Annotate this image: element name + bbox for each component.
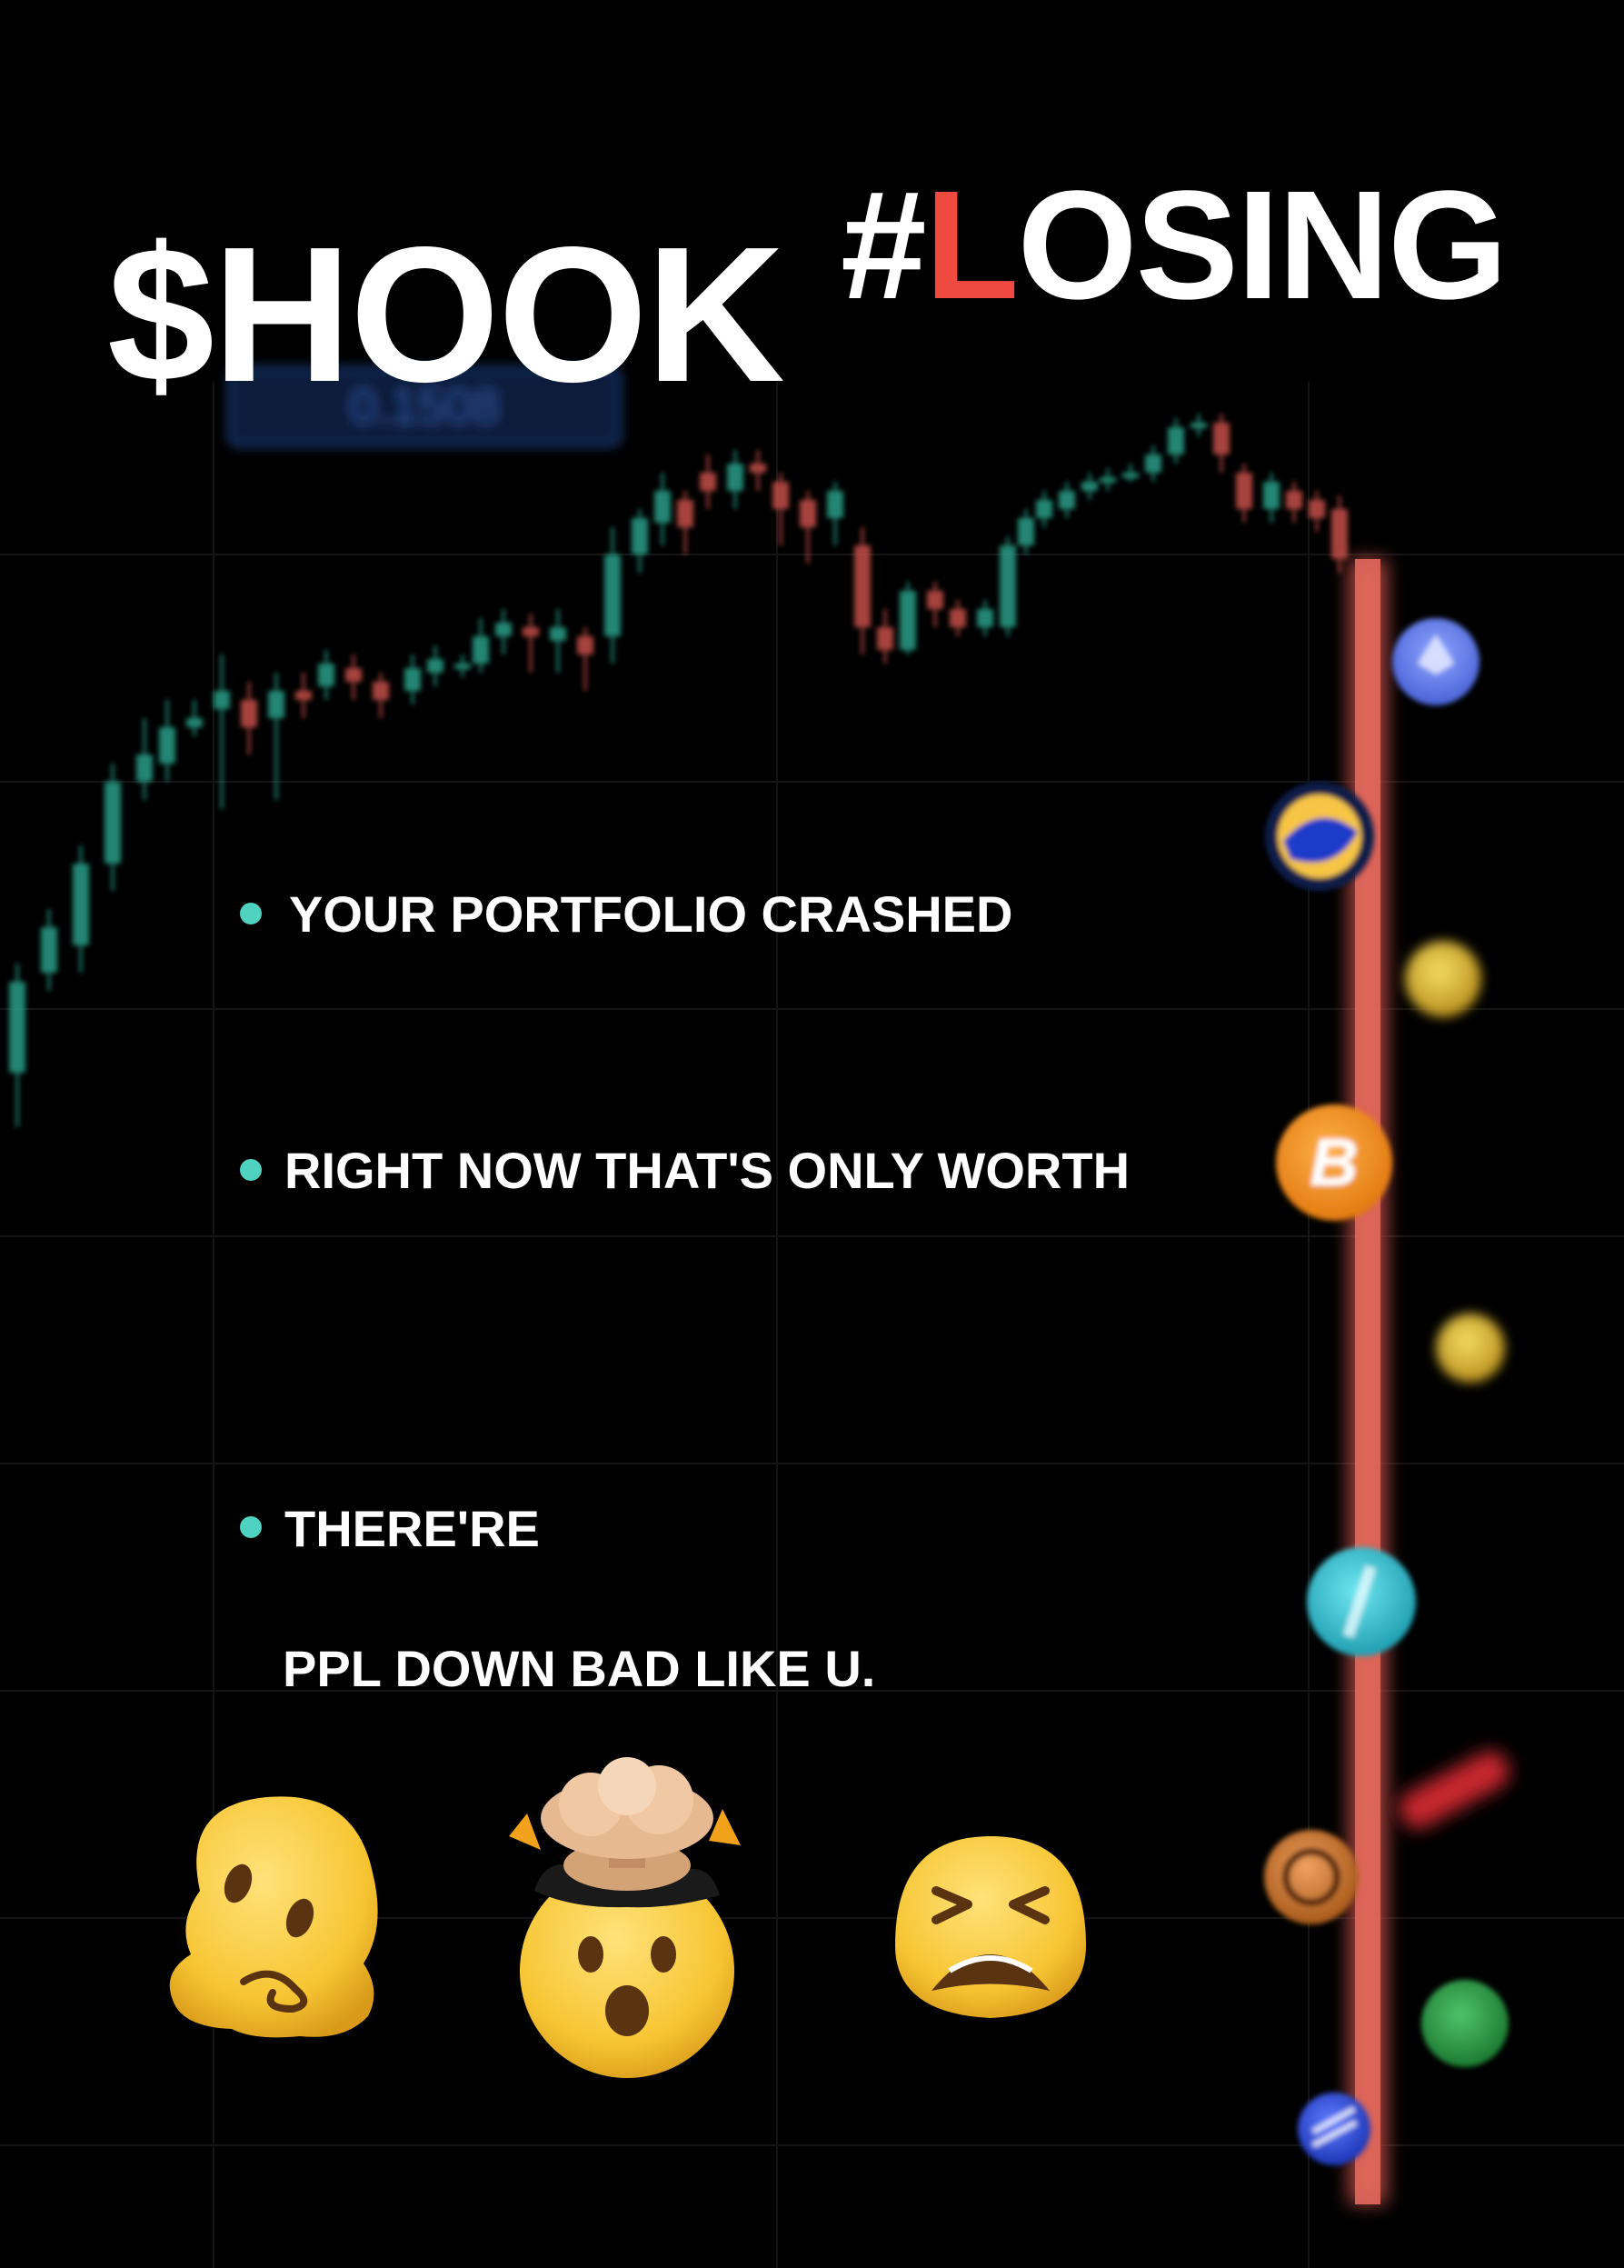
candle-body: [136, 754, 153, 782]
bitcoin-coin-icon: B: [1276, 1104, 1392, 1221]
candle-body: [1263, 482, 1280, 509]
ethereum-coin-icon: [1392, 618, 1480, 705]
candle-body: [632, 518, 648, 555]
candle-body: [1122, 473, 1139, 478]
red-streak: [1399, 1751, 1509, 1829]
candle-body: [550, 627, 566, 641]
gold-coin-icon: [1436, 1314, 1505, 1383]
candle-body: [854, 545, 871, 627]
candle-body: [1059, 491, 1075, 509]
candle-body: [41, 927, 57, 973]
green-coin-icon: [1421, 1980, 1509, 2067]
headline-ticker: $HOOK: [107, 206, 785, 422]
candle-body: [877, 627, 893, 650]
gold-coin-icon: [1405, 941, 1481, 1017]
candle-body: [73, 864, 89, 945]
headline-hash: #: [841, 159, 927, 332]
candle-body: [495, 623, 512, 636]
headline-losing-rest: OSING: [1017, 159, 1508, 332]
terra-luna-coin-icon: [1265, 782, 1374, 891]
candle-body: [241, 700, 257, 727]
candle-body: [800, 500, 816, 527]
candle-body: [977, 609, 993, 627]
candle-body: [1213, 423, 1230, 455]
candle-body: [404, 668, 421, 691]
svg-text:B: B: [1310, 1124, 1358, 1200]
candle-body: [1286, 491, 1302, 509]
candlesticks: [9, 414, 1348, 1127]
headline-losing: #LOSING: [841, 168, 1508, 323]
candle-body: [9, 982, 25, 1073]
candle-body: [1100, 477, 1116, 483]
candle-body: [318, 664, 334, 686]
orange-coin-icon: [1264, 1830, 1359, 1924]
candle-body: [454, 664, 471, 669]
exploding-head-emoji-icon: [509, 1757, 741, 2078]
candle-body: [677, 500, 693, 527]
candle-body: [214, 691, 230, 709]
headline-accent-letter: L: [924, 159, 1020, 332]
candle-body: [295, 691, 312, 700]
bullet-dot: [240, 903, 262, 924]
bullet-dot: [240, 1159, 262, 1181]
candle-body: [654, 491, 671, 523]
candle-body: [345, 668, 362, 682]
teal-coin-icon: [1307, 1547, 1416, 1656]
candle-body: [700, 473, 716, 491]
blue-coin-icon: [1298, 2093, 1370, 2165]
melting-face-emoji-icon: [169, 1796, 378, 2038]
candle-body: [1331, 509, 1348, 559]
candle-body: [827, 491, 843, 518]
candle-body: [1191, 423, 1207, 428]
candle-body: [523, 627, 539, 636]
candle-body: [1309, 500, 1325, 518]
candle-body: [1018, 518, 1034, 545]
candle-body: [105, 782, 121, 864]
candle-body: [604, 555, 621, 636]
bullet-there-are: THERE'RE: [284, 1500, 540, 1557]
candle-body: [159, 727, 175, 764]
candle-body: [927, 591, 943, 609]
candle-body: [268, 691, 284, 718]
candle-body: [1000, 545, 1016, 627]
candle-body: [473, 636, 489, 664]
candle-body: [1081, 482, 1098, 491]
candle-body: [427, 659, 443, 673]
tired-face-emoji-icon: [895, 1836, 1086, 2018]
candle-body: [772, 482, 789, 509]
candle-body: [1168, 427, 1184, 455]
candle-body: [900, 591, 916, 650]
bullet-continuation: PPL DOWN BAD LIKE U.: [283, 1640, 876, 1697]
candle-body: [1145, 455, 1161, 473]
bullet-dot: [240, 1516, 262, 1538]
candle-body: [186, 718, 203, 727]
candle-body: [1036, 500, 1052, 518]
candle-body: [373, 682, 389, 700]
bullet-portfolio-crashed: YOUR PORTFOLIO CRASHED: [289, 885, 1013, 943]
candle-body: [950, 609, 966, 627]
bullet-only-worth: RIGHT NOW THAT'S ONLY WORTH: [284, 1142, 1131, 1199]
candle-body: [750, 464, 766, 473]
candle-body: [577, 636, 593, 654]
candle-body: [727, 464, 743, 491]
candle-body: [1236, 473, 1252, 509]
